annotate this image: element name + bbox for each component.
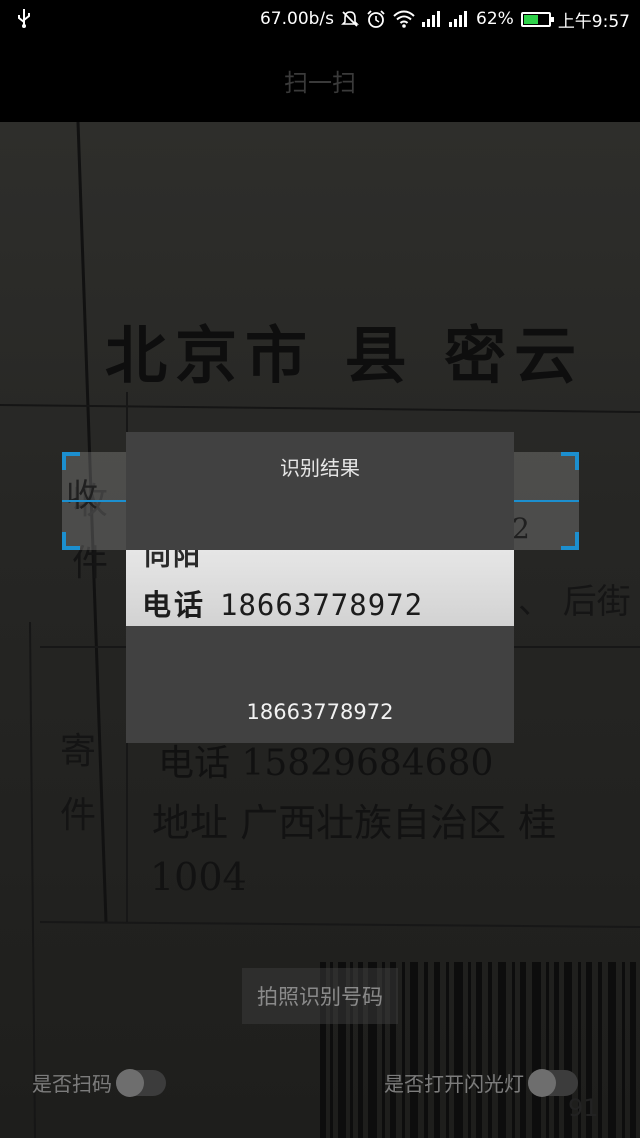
- mute-icon: [341, 11, 359, 27]
- scan-toggle-switch[interactable]: [116, 1068, 166, 1097]
- scan-corner: [62, 532, 80, 550]
- recognized-image-label: 电话: [142, 588, 207, 622]
- recognized-image-line: 电话 18663778972: [142, 582, 423, 624]
- clock: 上午9:57: [557, 11, 630, 32]
- wifi-icon: [393, 10, 415, 28]
- switch-knob: [116, 1068, 144, 1097]
- side-char: 件: [60, 795, 97, 836]
- flash-toggle-row[interactable]: 是否打开闪光灯: [384, 1068, 578, 1097]
- battery-icon: [520, 11, 554, 27]
- page-title: 扫一扫: [284, 68, 356, 97]
- scan-peek-digit: 2: [512, 512, 530, 545]
- alarm-icon: [367, 10, 385, 28]
- recognized-image: 向阳 电话 18663778972: [126, 550, 514, 626]
- flash-toggle-switch[interactable]: [528, 1068, 578, 1097]
- signal-icon: [422, 11, 441, 27]
- switch-knob: [528, 1068, 556, 1097]
- scan-corner: [561, 452, 579, 470]
- usb-icon: [18, 9, 30, 28]
- scan-corner: [561, 532, 579, 550]
- scan-toggle-label: 是否扫码: [32, 1072, 112, 1096]
- network-speed: 67.00b/s: [259, 9, 335, 29]
- recognized-image-top-text: 向阳: [144, 550, 202, 572]
- document-code-row: 1004: [150, 855, 247, 899]
- recognized-image-number: 18663778972: [220, 588, 424, 622]
- barcode-digits: 91: [568, 1094, 599, 1122]
- scan-peek-char: 收: [66, 476, 99, 514]
- photo-recognize-button[interactable]: 拍照识别号码: [242, 968, 398, 1024]
- battery-percent: 62%: [476, 9, 514, 29]
- side-char: 寄: [60, 731, 97, 772]
- scan-corner: [62, 452, 80, 470]
- signal-icon: [449, 11, 468, 27]
- title-bar: 扫一扫: [0, 38, 640, 122]
- status-bar: 67.00b/s 62% 上午9:57: [0, 0, 640, 38]
- scan-toggle-row[interactable]: 是否扫码: [32, 1068, 166, 1097]
- document-fragment: 、 后街: [518, 582, 631, 622]
- dialog-title: 识别结果: [280, 456, 360, 480]
- battery-fill: [523, 14, 538, 24]
- flash-toggle-label: 是否打开闪光灯: [384, 1072, 524, 1096]
- document-address-row: 地址 广西壮族自治区 桂: [152, 801, 557, 845]
- document-heading-text: 北京市 县 密云: [105, 319, 585, 392]
- result-dialog[interactable]: 识别结果 向阳 电话 18663778972 18663778972: [126, 432, 514, 743]
- result-number[interactable]: 18663778972: [126, 700, 514, 724]
